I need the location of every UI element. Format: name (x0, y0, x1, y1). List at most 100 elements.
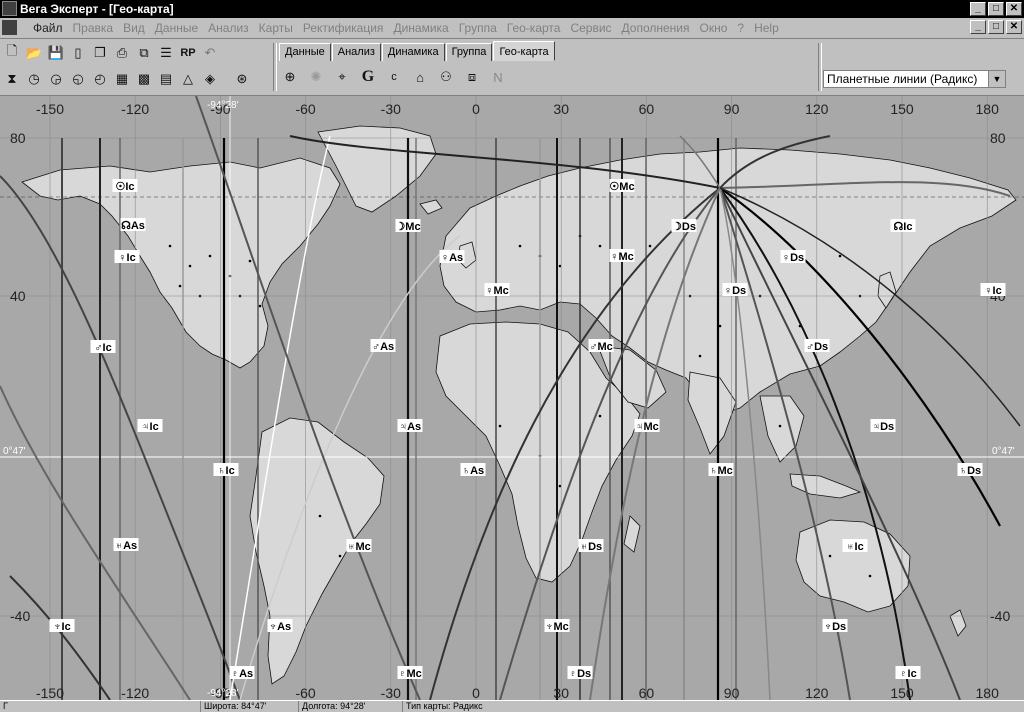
menu-item-3[interactable]: Данные (150, 20, 203, 36)
planet-line-label-22[interactable]: ♀Mc (609, 249, 635, 263)
planet-line-label-4[interactable]: ♃Ic (137, 419, 163, 433)
copy-page-icon[interactable]: ❐ (90, 43, 110, 63)
planet-line-label-36[interactable]: ♀Ic (980, 283, 1006, 297)
planet-line-label-14[interactable]: ♃As (397, 419, 423, 433)
maximize-button[interactable]: □ (988, 2, 1004, 16)
planet-line-label-9[interactable]: ♇As (229, 666, 255, 680)
chevron-down-icon[interactable]: ▼ (988, 71, 1005, 87)
menu-item-11[interactable]: Дополнения (617, 20, 695, 36)
menu-item-7[interactable]: Динамика (388, 20, 453, 36)
planet-line-label-11[interactable]: ♀As (439, 250, 465, 264)
planet-line-label-33[interactable]: ♆Ds (822, 619, 848, 633)
planet-line-label-26[interactable]: ♅Ds (578, 539, 604, 553)
menu-item-13[interactable]: ? (732, 20, 749, 36)
document-icon[interactable] (2, 20, 17, 35)
planet-line-label-0[interactable]: ☉Ic (112, 179, 138, 193)
menu-item-12[interactable]: Окно (695, 20, 733, 36)
minimize-button[interactable]: _ (970, 2, 986, 16)
menu-item-6[interactable]: Ректификация (298, 20, 389, 36)
planet-line-label-13[interactable]: ♂As (370, 339, 396, 353)
page-icon[interactable]: ▯ (68, 43, 88, 63)
planet-line-label-30[interactable]: ♃Ds (870, 419, 896, 433)
planet-line-label-10[interactable]: ☽Mc (395, 219, 421, 233)
hourglass-icon[interactable]: ⧗ (2, 69, 22, 89)
planet-line-label-17[interactable]: ♆Mc (544, 619, 570, 633)
rp-icon[interactable]: RP (178, 43, 198, 63)
save-icon[interactable]: 💾 (46, 43, 66, 63)
print-icon[interactable]: ⎙ (112, 43, 132, 63)
shapes-icon[interactable]: △ (178, 69, 198, 89)
menu-item-0[interactable]: Файл (28, 20, 68, 36)
shapes-plus-icon[interactable]: ◈ (200, 69, 220, 89)
menu-item-8[interactable]: Группа (454, 20, 502, 36)
grid-arrow-icon[interactable]: ▦ (112, 69, 132, 89)
crossing-icon[interactable]: ⌖ (332, 67, 352, 87)
menu-item-1[interactable]: Правка (68, 20, 119, 36)
planet-line-label-21[interactable]: ☽Ds (671, 219, 697, 233)
menu-item-14[interactable]: Help (749, 20, 784, 36)
network-icon[interactable]: ⧈ (462, 67, 482, 87)
planet-line-label-23[interactable]: ♂Mc (588, 339, 614, 353)
wheel-icon[interactable]: ⊛ (232, 69, 252, 89)
doc-close-button[interactable]: ✕ (1006, 20, 1022, 34)
lon-label-top-3: -60 (295, 101, 315, 117)
clock-m-icon[interactable]: ◵ (68, 69, 88, 89)
planet-line-label-20[interactable]: ☉Mc (609, 179, 635, 193)
planet-line-label-24[interactable]: ♃Mc (634, 419, 660, 433)
open-folder-icon[interactable]: 📂 (24, 43, 44, 63)
tab-1[interactable]: Анализ (331, 43, 381, 61)
planet-line-label-16[interactable]: ♅Mc (346, 539, 372, 553)
planet-line-label-5[interactable]: ♄Ic (213, 463, 239, 477)
map-canvas[interactable]: -150-150-120-120-90-90-60-60-30-30003030… (0, 95, 1024, 701)
planet-line-label-28[interactable]: ♀Ds (722, 283, 748, 297)
g-icon[interactable]: G (358, 67, 378, 87)
planet-line-label-32[interactable]: ♅Ic (842, 539, 868, 553)
planet-line-label-34[interactable]: ♇Ic (895, 666, 921, 680)
globe-icon[interactable]: ⊕ (280, 67, 300, 87)
tab-4[interactable]: Гео-карта (493, 41, 555, 61)
doc-minimize-button[interactable]: _ (970, 20, 986, 34)
page-list-icon[interactable]: ☰ (156, 43, 176, 63)
clock-t-icon[interactable]: ◶ (46, 69, 66, 89)
planet-line-label-27[interactable]: ♀Ds (780, 250, 806, 264)
menu-item-9[interactable]: Гео-карта (502, 20, 566, 36)
house-icon[interactable]: ⌂ (410, 67, 430, 87)
planet-line-label-6[interactable]: ♅As (113, 538, 139, 552)
clock-icon[interactable]: ◷ (24, 69, 44, 89)
close-button[interactable]: ✕ (1006, 2, 1022, 16)
planet-line-label-18[interactable]: ♇Mc (397, 666, 423, 680)
c-icon[interactable]: c (384, 67, 404, 87)
north-icon[interactable]: N (488, 67, 508, 87)
planet-line-label-29[interactable]: ♂Ds (804, 339, 830, 353)
planet-line-label-35[interactable]: ☊Ic (890, 219, 916, 233)
planet-line-label-31[interactable]: ♄Ds (957, 463, 983, 477)
menu-item-2[interactable]: Вид (118, 20, 150, 36)
grid-split-icon[interactable]: ▤ (156, 69, 176, 89)
planet-line-label-12[interactable]: ♀Mc (484, 283, 510, 297)
tab-0[interactable]: Данные (279, 43, 331, 61)
undo-icon[interactable]: ↶ (200, 43, 220, 63)
planet-line-label-1[interactable]: ☊As (120, 218, 146, 232)
grid-icon[interactable]: ▩ (134, 69, 154, 89)
menu-item-5[interactable]: Карты (254, 20, 298, 36)
tab-3[interactable]: Группа (445, 43, 493, 61)
planet-line-label-2[interactable]: ♀Ic (114, 250, 140, 264)
planet-line-label-19[interactable]: ♇Ds (567, 666, 593, 680)
doc-restore-button[interactable]: □ (988, 20, 1004, 34)
planet-line-label-25[interactable]: ♄Mc (708, 463, 734, 477)
app-icon[interactable] (2, 1, 17, 16)
geo-map[interactable]: -150 -150 -120 -120 -90 -90 -60 -60 -30 -30 0 0 30 30… (0, 95, 1024, 701)
sun-icon[interactable]: ✺ (306, 67, 326, 87)
tab-2[interactable]: Динамика (381, 43, 445, 61)
new-file-icon[interactable]: 🗋 (2, 43, 22, 63)
clock-c-icon[interactable]: ◴ (90, 69, 110, 89)
menu-item-4[interactable]: Анализ (203, 20, 254, 36)
planet-line-label-7[interactable]: ♆Ic (49, 619, 75, 633)
copy-icon[interactable]: ⧉ (134, 43, 154, 63)
planet-line-label-3[interactable]: ♂Ic (90, 340, 116, 354)
menu-item-10[interactable]: Сервис (565, 20, 616, 36)
planet-line-label-8[interactable]: ♆As (267, 619, 293, 633)
planet-line-label-15[interactable]: ♄As (460, 463, 486, 477)
group-icon[interactable]: ⚇ (436, 67, 456, 87)
lines-type-select[interactable]: Планетные линии (Радикс) ▼ (823, 70, 1006, 88)
